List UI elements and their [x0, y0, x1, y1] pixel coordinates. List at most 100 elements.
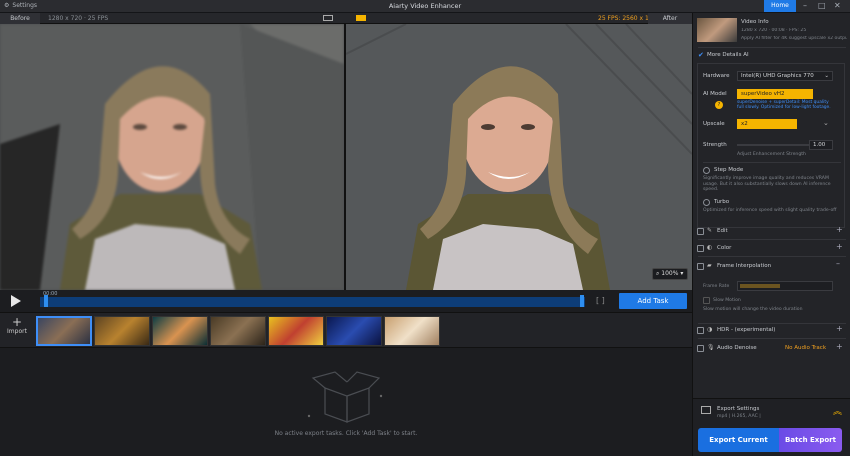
check-icon[interactable]: ✔: [698, 51, 704, 59]
trim-end-handle[interactable]: [580, 295, 584, 307]
monitor-icon: [701, 406, 711, 414]
frame-interpolation-checkbox[interactable]: [697, 263, 704, 270]
help-icon[interactable]: ?: [715, 101, 723, 109]
upscale-value: x2: [741, 121, 748, 127]
thumbnail-6[interactable]: [326, 316, 382, 346]
no-audio-status: No Audio Track: [785, 345, 827, 351]
play-icon[interactable]: [8, 294, 22, 308]
slow-motion-description: Slow motion will change the video durati…: [703, 307, 803, 312]
hdr-label: HDR - (experimental): [717, 327, 776, 333]
title-bar: ⚙ Settings Aiarty Video Enhancer Home – …: [0, 0, 850, 13]
frame-interpolation-label: Frame Interpolation: [717, 263, 772, 269]
step-mode-toggle[interactable]: [703, 167, 710, 174]
hdr-icon: ◑: [707, 326, 713, 333]
import-label: Import: [7, 328, 27, 335]
zoom-select[interactable]: ⌕ 100% ▾: [652, 268, 688, 280]
batch-export-button[interactable]: Batch Export: [779, 428, 842, 452]
strength-label: Strength: [703, 142, 727, 148]
side-by-side-icon[interactable]: [356, 15, 366, 21]
edit-label: Edit: [717, 228, 728, 234]
slow-motion-checkbox[interactable]: [703, 297, 710, 304]
viewer-header: Before 1280 x 720 · 25 FPS 25 FPS: 2560 …: [0, 13, 692, 24]
color-checkbox[interactable]: [697, 245, 704, 252]
expand-audio-icon[interactable]: +: [836, 342, 843, 351]
audio-denoise-label: Audio Denoise: [717, 345, 757, 351]
video-preview[interactable]: ⌕ 100% ▾: [0, 24, 692, 290]
more-details-ai-label: More Details AI: [707, 52, 749, 58]
double-chevron-up-icon[interactable]: ︽: [833, 404, 842, 417]
before-frame: [0, 24, 344, 290]
after-frame: [346, 24, 692, 290]
thumbnail-3[interactable]: [152, 316, 208, 346]
chevron-down-icon[interactable]: ⌄: [823, 119, 829, 127]
strength-input[interactable]: 1.00: [809, 140, 833, 150]
export-current-button[interactable]: Export Current: [698, 428, 779, 452]
edit-checkbox[interactable]: [697, 228, 704, 235]
timeline-scrubber[interactable]: 00:00: [40, 291, 585, 307]
hardware-select[interactable]: Intel(R) UHD Graphics 770 ⌄: [737, 71, 833, 81]
settings-panel: Video Info 1280 x 720 · 00:08 · FPS: 25 …: [692, 13, 850, 456]
divider: [698, 323, 846, 324]
home-button[interactable]: Home: [764, 0, 796, 12]
thumbnail-1[interactable]: [36, 316, 92, 346]
minimize-icon[interactable]: –: [803, 1, 807, 10]
audio-denoise-checkbox[interactable]: [697, 345, 704, 352]
divider: [698, 338, 846, 339]
ai-model-select[interactable]: superVideo vH2: [737, 89, 813, 99]
ai-model-label: AI Model: [703, 91, 727, 97]
turbo-label: Turbo: [714, 199, 730, 205]
strength-value: 1.00: [813, 142, 826, 148]
microphone-icon: 🎙: [707, 344, 715, 351]
frame-rate-bar: [740, 284, 780, 288]
expand-hdr-icon[interactable]: +: [836, 324, 843, 333]
turbo-description: Optimized for inference speed with sligh…: [703, 208, 837, 213]
thumbnail-5[interactable]: [268, 316, 324, 346]
after-label: After: [648, 13, 692, 24]
turbo-toggle[interactable]: [703, 199, 710, 206]
video-info-thumbnail: [697, 18, 737, 42]
hardware-label: Hardware: [703, 73, 730, 79]
trim-start-handle[interactable]: [44, 295, 48, 307]
divider: [698, 256, 846, 257]
video-info-line1: 1280 x 720 · 00:08 · FPS: 25: [741, 28, 807, 33]
step-mode-description: Significantly improve image quality and …: [703, 176, 831, 192]
timeline-bar: 00:00 [ ]: [0, 290, 692, 312]
thumbnail-4[interactable]: [210, 316, 266, 346]
before-info: 1280 x 720 · 25 FPS: [48, 15, 109, 22]
thumbnail-2[interactable]: [94, 316, 150, 346]
frame-rate-label: Frame Rate: [703, 284, 730, 289]
video-info-title: Video Info: [741, 19, 769, 25]
maximize-icon[interactable]: □: [818, 1, 826, 10]
edit-icon: ✎: [707, 227, 713, 234]
expand-edit-icon[interactable]: +: [836, 225, 843, 234]
empty-queue-message: No active export tasks. Click 'Add Task'…: [274, 430, 418, 437]
frames-icon: ▰: [707, 262, 712, 269]
zoom-value: 100%: [661, 270, 679, 277]
thumbnail-7[interactable]: [384, 316, 440, 346]
before-label: Before: [0, 13, 40, 24]
hardware-value: Intel(R) UHD Graphics 770: [741, 73, 814, 79]
ai-model-description: superDenoise + superDetail: Most quality…: [737, 100, 831, 110]
expand-color-icon[interactable]: +: [836, 242, 843, 251]
divider: [698, 239, 846, 240]
upscale-select[interactable]: x2: [737, 119, 797, 129]
step-mode-label: Step Mode: [714, 167, 744, 173]
chevron-down-icon: ⌄: [824, 73, 829, 79]
split-view-icon[interactable]: [323, 15, 333, 21]
color-label: Color: [717, 245, 732, 251]
divider: [698, 47, 846, 48]
frame-rate-select[interactable]: [737, 281, 833, 291]
collapse-icon[interactable]: –: [836, 259, 840, 268]
close-icon[interactable]: ✕: [834, 1, 841, 10]
slow-motion-label: Slow Motion: [713, 298, 741, 303]
add-task-button[interactable]: Add Task: [619, 293, 687, 309]
import-button[interactable]: + Import: [3, 316, 31, 346]
trim-brackets-icon[interactable]: [ ]: [596, 296, 605, 305]
empty-box-icon: [307, 371, 383, 423]
palette-icon: ◐: [707, 244, 713, 251]
ai-model-value: superVideo vH2: [741, 91, 785, 97]
upscale-label: Upscale: [703, 121, 725, 127]
export-settings-label[interactable]: Export Settings: [717, 406, 759, 412]
divider: [703, 162, 841, 163]
hdr-checkbox[interactable]: [697, 327, 704, 334]
